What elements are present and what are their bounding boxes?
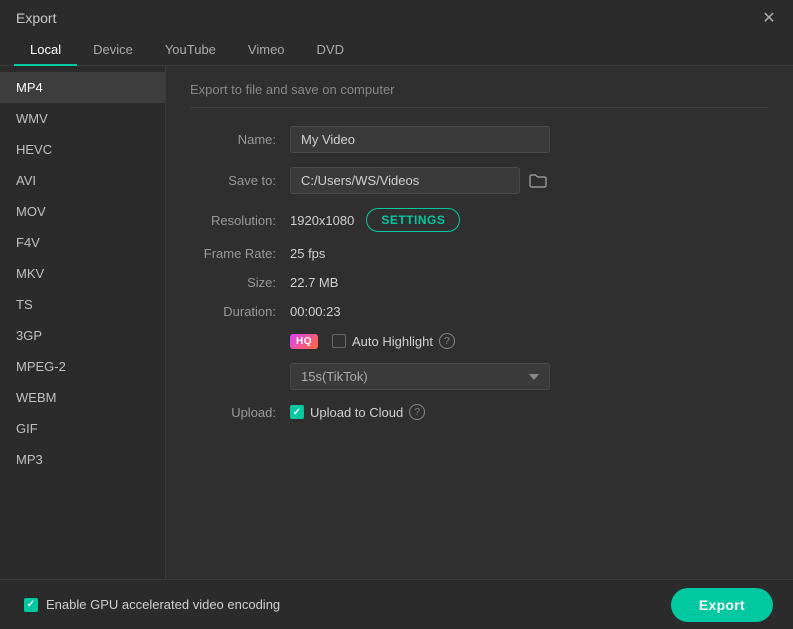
frame-rate-row: Frame Rate: 25 fps xyxy=(190,246,769,261)
upload-help-icon[interactable]: ? xyxy=(409,404,425,420)
export-content: Export to file and save on computer Name… xyxy=(165,66,793,607)
size-value: 22.7 MB xyxy=(290,275,338,290)
duration-value: 00:00:23 xyxy=(290,304,341,319)
highlight-duration-dropdown[interactable]: 15s(TikTok) xyxy=(290,363,550,390)
upload-row: Upload: Upload to Cloud ? xyxy=(190,404,769,420)
main-area: MP4 WMV HEVC AVI MOV F4V MKV TS 3GP MPEG… xyxy=(0,66,793,607)
upload-to-cloud-checkbox[interactable] xyxy=(290,405,304,419)
name-label: Name: xyxy=(190,132,290,147)
title-bar: Export ✕ xyxy=(0,0,793,34)
upload-label: Upload: xyxy=(190,405,290,420)
dialog-title: Export xyxy=(16,10,56,26)
auto-highlight-checkbox[interactable] xyxy=(332,334,346,348)
tab-local[interactable]: Local xyxy=(14,34,77,65)
tab-device[interactable]: Device xyxy=(77,34,149,65)
sidebar-item-f4v[interactable]: F4V xyxy=(0,227,165,258)
save-path-input[interactable] xyxy=(290,167,520,194)
sidebar-item-avi[interactable]: AVI xyxy=(0,165,165,196)
sidebar-item-3gp[interactable]: 3GP xyxy=(0,320,165,351)
hq-badge: HQ xyxy=(290,334,318,349)
auto-highlight-help-icon[interactable]: ? xyxy=(439,333,455,349)
sidebar-item-mpeg2[interactable]: MPEG-2 xyxy=(0,351,165,382)
highlight-dropdown-row: 15s(TikTok) xyxy=(190,363,769,390)
format-sidebar: MP4 WMV HEVC AVI MOV F4V MKV TS 3GP MPEG… xyxy=(0,66,165,607)
gpu-encoding-checkbox[interactable] xyxy=(24,598,38,612)
name-input[interactable] xyxy=(290,126,550,153)
resolution-label: Resolution: xyxy=(190,213,290,228)
sidebar-item-mp3[interactable]: MP3 xyxy=(0,444,165,475)
sidebar-item-ts[interactable]: TS xyxy=(0,289,165,320)
size-row: Size: 22.7 MB xyxy=(190,275,769,290)
sidebar-item-webm[interactable]: WEBM xyxy=(0,382,165,413)
bottom-bar: Enable GPU accelerated video encoding Ex… xyxy=(0,579,793,629)
frame-rate-label: Frame Rate: xyxy=(190,246,290,261)
upload-container: Upload to Cloud ? xyxy=(290,404,425,420)
close-button[interactable]: ✕ xyxy=(761,10,777,26)
export-button[interactable]: Export xyxy=(671,588,773,622)
auto-highlight-label: Auto Highlight xyxy=(352,334,433,349)
size-label: Size: xyxy=(190,275,290,290)
resolution-value-container: 1920x1080 SETTINGS xyxy=(290,208,460,232)
resolution-value: 1920x1080 xyxy=(290,213,354,228)
save-to-container xyxy=(290,167,550,194)
auto-highlight-container: HQ Auto Highlight ? xyxy=(290,333,455,349)
duration-label: Duration: xyxy=(190,304,290,319)
frame-rate-value: 25 fps xyxy=(290,246,325,261)
save-to-label: Save to: xyxy=(190,173,290,188)
sidebar-item-wmv[interactable]: WMV xyxy=(0,103,165,134)
sidebar-item-mkv[interactable]: MKV xyxy=(0,258,165,289)
name-row: Name: xyxy=(190,126,769,153)
upload-to-cloud-label: Upload to Cloud xyxy=(310,405,403,420)
tab-dvd[interactable]: DVD xyxy=(301,34,360,65)
auto-highlight-row: HQ Auto Highlight ? xyxy=(190,333,769,349)
gpu-encoding-row: Enable GPU accelerated video encoding xyxy=(24,597,280,612)
tab-vimeo[interactable]: Vimeo xyxy=(232,34,301,65)
settings-button[interactable]: SETTINGS xyxy=(366,208,460,232)
sidebar-item-mov[interactable]: MOV xyxy=(0,196,165,227)
browse-folder-button[interactable] xyxy=(526,169,550,193)
resolution-row: Resolution: 1920x1080 SETTINGS xyxy=(190,208,769,232)
tab-youtube[interactable]: YouTube xyxy=(149,34,232,65)
gpu-encoding-label: Enable GPU accelerated video encoding xyxy=(46,597,280,612)
duration-row: Duration: 00:00:23 xyxy=(190,304,769,319)
export-description: Export to file and save on computer xyxy=(190,82,769,108)
sidebar-item-mp4[interactable]: MP4 xyxy=(0,72,165,103)
sidebar-item-gif[interactable]: GIF xyxy=(0,413,165,444)
tab-bar: Local Device YouTube Vimeo DVD xyxy=(0,34,793,66)
sidebar-item-hevc[interactable]: HEVC xyxy=(0,134,165,165)
save-to-row: Save to: xyxy=(190,167,769,194)
